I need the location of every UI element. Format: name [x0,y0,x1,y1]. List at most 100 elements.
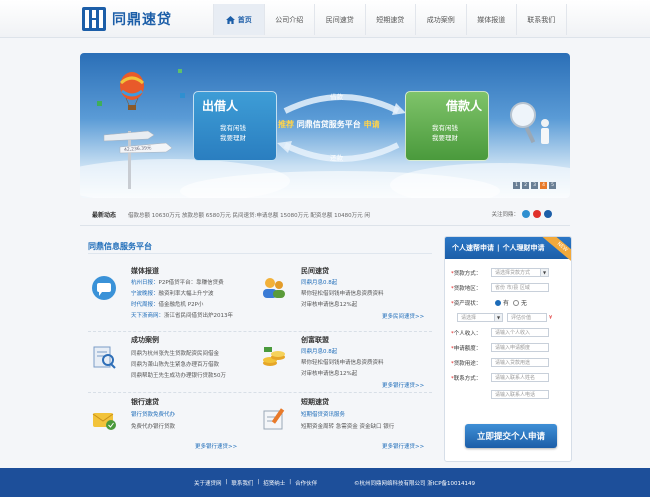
nav-home[interactable]: 首页 [213,4,264,35]
asset-yes-radio[interactable] [495,299,501,306]
lender-line-1: 我有闲钱 [220,124,246,132]
service-bank-loan: 银行速贷 银行贷款免费代办 免费代办银行贷款 更多银行速贷>> [90,397,262,459]
borrower-card[interactable]: 借款人 我有闲钱 我要理财 [405,91,489,161]
slogan-suffix: 申请 [363,120,380,129]
nav-private-loan[interactable]: 民间速贷 [314,4,365,35]
borrower-line-1: 我有闲钱 [432,124,458,132]
submit-application-button[interactable]: 立即提交个人申请 [465,424,557,448]
service-alliance: 创富联盟 同鼎月息0.8起 帮你轻松借到钱申请信息资质资料 对审核申请信息12%… [260,335,432,397]
purpose-input[interactable]: 请输入贷款用途 [491,358,549,367]
users-icon [263,278,285,298]
nav-short-loan-label: 短期速贷 [376,15,405,24]
sina-weibo-icon[interactable] [533,210,541,218]
service-title: 民间速贷 [301,267,329,275]
qzone-icon[interactable] [544,210,552,218]
service-line[interactable]: 同鼎月息0.8起 [301,347,337,355]
more-link[interactable]: 更多银行速贷>> [382,442,424,450]
follow-us: 关注同鼎： [491,210,552,218]
footer-link-careers[interactable]: 招贤纳士 [263,479,285,487]
main-nav: 首页 公司介绍 民间速贷 短期速贷 成功案例 媒体报道 联系我们 [213,4,567,35]
slide-dot[interactable]: 1 [513,182,520,189]
logo[interactable]: 同鼎速贷 [82,6,172,32]
news-link[interactable]: 杭州日报：P2P借贷平台：靠赚信贷费 [131,278,224,286]
footer-link-about[interactable]: 关于速贷网 [194,479,222,487]
nav-company[interactable]: 公司介绍 [263,4,315,35]
asset-type-select[interactable]: 请选择 [457,313,495,322]
contact-phone-row: 请输入联系人电话 [451,389,567,400]
amount-input[interactable]: 请输入申请额度 [491,343,549,352]
service-line: 短期资金周转 急需资金 资金缺口 银行 [301,424,395,430]
service-line: 对审核申请信息12%起 [301,371,358,377]
service-line: 对审核申请信息12%起 [301,302,358,308]
loan-region-label: 贷款地区： [453,285,482,292]
platform-slogan: 推荐 同鼎信贷服务平台 申请 [278,119,380,130]
currency-icon: ¥ [549,314,553,321]
footer-copyright: ©杭州同鼎网络科技有限公司 浙ICP备10014149 [354,481,476,487]
service-line[interactable]: 短期借贷资讯服务 [301,410,345,418]
service-line: 帮你轻松借到钱申请信息资质资料 [301,360,384,366]
loan-type-select[interactable]: 请选择贷款方式 [491,268,541,277]
income-input[interactable]: 请输入个人收入 [491,328,549,337]
slide-dot[interactable]: 3 [531,182,538,189]
service-media: 媒体报道 杭州日报：P2P借贷平台：靠赚信贷费 宁波晚报：融资利率大幅上升宁波 … [90,266,262,328]
borrower-line-2: 我要理财 [432,134,458,142]
nav-contact[interactable]: 联系我们 [516,4,567,35]
footer-link-partners[interactable]: 合作伙伴 [295,479,317,487]
news-link[interactable]: 时代周报：借金融危机 P2P小 [131,300,203,308]
brand-name: 同鼎速贷 [112,12,172,28]
loan-application-panel: 个人速帮申请 | 个人理财申请 NEW *贷款方式： 请选择贷款方式 ▼ *贷款… [444,236,572,462]
section-divider [88,253,432,254]
asset-status-row: *资产现状： 有 无 [451,299,528,307]
slide-dot[interactable]: 5 [549,182,556,189]
tab-personal-loan[interactable]: 个人速帮申请 [452,243,494,253]
purpose-row: *贷款用途： 请输入贷款用途 [451,357,567,368]
service-line[interactable]: 同鼎月息0.8起 [301,278,337,286]
service-line[interactable]: 银行贷款免费代办 [131,410,175,418]
nav-home-label: 首页 [237,15,252,24]
chevron-down-icon[interactable]: ▼ [541,268,549,277]
more-link[interactable]: 更多民间速贷>> [382,312,424,320]
contact-phone-input[interactable]: 请输入联系人电话 [491,390,549,399]
lender-line-2: 我要理财 [220,134,246,142]
document-magnifier-icon [93,346,116,369]
income-label: 个人收入： [453,330,482,337]
tab-personal-finance[interactable]: 个人理财申请 [503,243,545,253]
more-link[interactable]: 更多银行速贷>> [195,442,237,450]
case-link[interactable]: 同鼎为萧山陈先生紧急办理百万借款 [131,360,219,368]
arc-repay-label: 还款 [330,154,343,162]
case-link[interactable]: 同鼎为杭州张先生贷款配资民间借金 [131,349,219,357]
asset-no-radio[interactable] [513,299,520,306]
asset-value-input[interactable]: 评估价值 [507,313,547,322]
loan-type-label: 贷款方式： [453,270,482,277]
nav-media[interactable]: 媒体报道 [465,4,517,35]
loan-region-input[interactable]: 省份 市/县 区域 [491,283,549,292]
contact-name-input[interactable]: 请输入联系人姓名 [491,373,549,382]
tencent-weibo-icon[interactable] [522,210,530,218]
more-link[interactable]: 更多银行速贷>> [382,381,424,389]
home-icon [225,15,235,24]
hero-banner[interactable]: 出借人 我有闲钱 我要理财 借款人 我有闲钱 我要理财 借款 还款 推荐 同鼎信… [80,53,570,198]
nav-private-loan-label: 民间速贷 [325,15,354,24]
asset-yes-label: 有 [503,300,510,307]
chevron-down-icon[interactable]: ▼ [495,313,503,322]
news-link[interactable]: 天下浙商网：浙江省民间借贷出炉2013年 [131,311,233,319]
case-link[interactable]: 同鼎帮助王先生成功办理银行贷款50万 [131,371,226,379]
nav-cases[interactable]: 成功案例 [415,4,466,35]
news-link[interactable]: 宁波晚报：融资利率大幅上升宁波 [131,289,214,297]
footer-link-contact[interactable]: 联系我们 [231,479,253,487]
section-title: 同鼎信息服务平台 [88,242,152,251]
service-short-loan: 短期速贷 短期借贷资讯服务 短期资金周转 急需资金 资金缺口 银行 更多银行速贷… [260,397,432,459]
nav-contact-label: 联系我们 [527,15,556,24]
lender-title: 出借人 [202,99,239,113]
slide-dot[interactable]: 2 [522,182,529,189]
footer-separator: | [225,479,228,485]
lender-card[interactable]: 出借人 我有闲钱 我要理财 [193,91,277,161]
ticker-label: 最新动态 [92,212,117,219]
loan-type-row: *贷款方式： 请选择贷款方式 ▼ [451,267,567,278]
ticker-text[interactable]: 借款总额 10630万元 放款总额 6580万元 民间速贷:申请总额 15080… [128,211,370,219]
service-title: 媒体报道 [131,267,159,275]
nav-short-loan[interactable]: 短期速贷 [364,4,416,35]
pen-paper-icon [263,408,285,430]
service-private-loan: 民间速贷 同鼎月息0.8起 帮你轻松借到钱申请信息资质资料 对审核申请信息12%… [260,266,432,328]
slide-dot-active[interactable]: 4 [540,182,547,189]
